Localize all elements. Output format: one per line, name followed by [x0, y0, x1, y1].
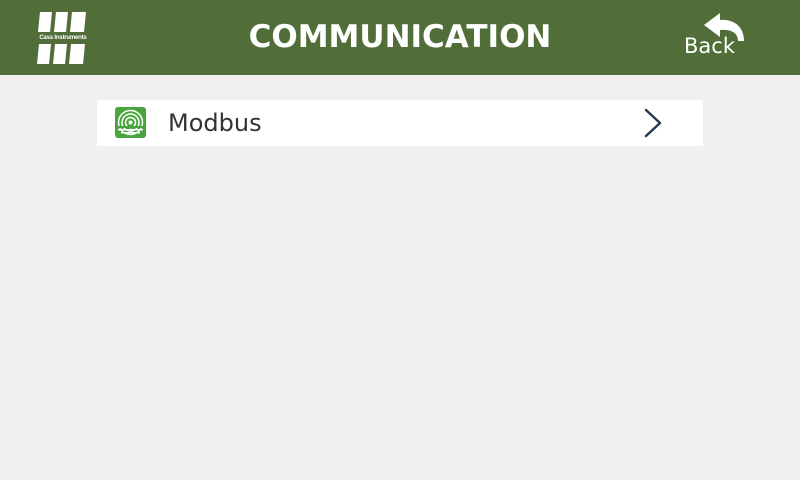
modbus-signal-glyph [115, 109, 146, 136]
menu-list: Modbus [97, 100, 703, 146]
back-button[interactable]: Back [680, 8, 756, 64]
menu-item-label: Modbus [168, 109, 262, 137]
modbus-signal-icon [115, 107, 146, 138]
chevron-right-icon [644, 108, 662, 138]
header-bar: Cass Instruments COMMUNICATION Back [0, 0, 800, 75]
back-label: Back [684, 34, 735, 58]
menu-item-modbus[interactable]: Modbus [97, 100, 703, 146]
